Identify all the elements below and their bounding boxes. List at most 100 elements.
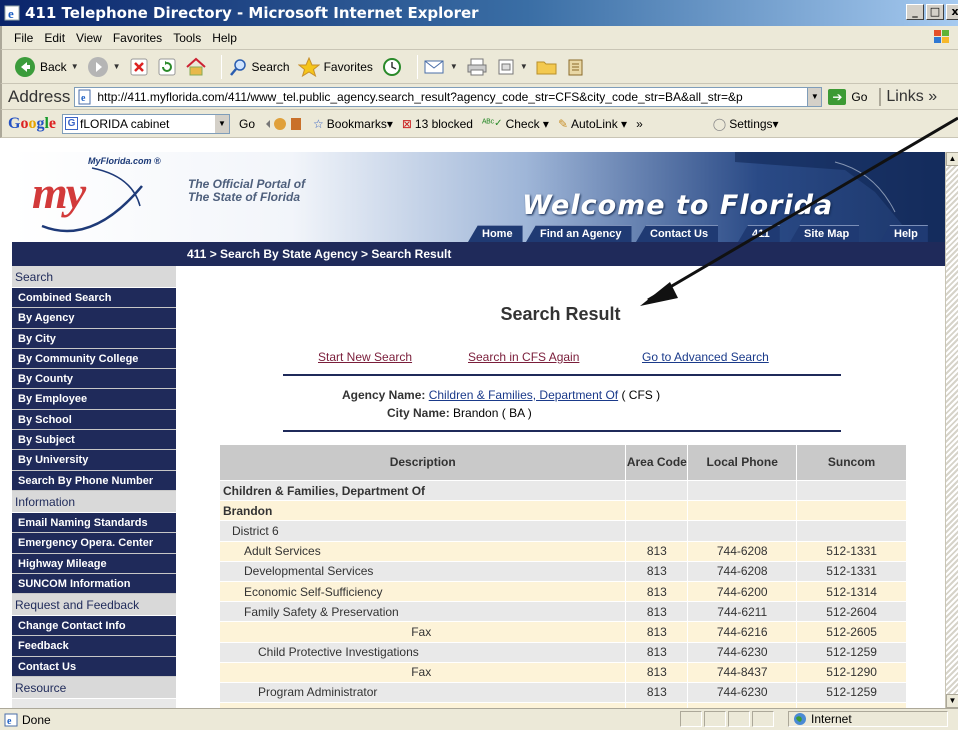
menu-file[interactable]: File [14,31,33,45]
chevron-down-icon[interactable]: ▼ [807,87,822,106]
back-button[interactable]: Back ▼ [14,56,79,78]
search-again-link[interactable]: Search in CFS Again [468,350,579,364]
google-search-input[interactable]: G fLORIDA cabinet ▼ [62,113,231,134]
chevron-down-icon[interactable]: ▼ [113,62,121,71]
home-button[interactable] [185,57,207,77]
menu-tools[interactable]: Tools [173,31,201,45]
sidebar-item-contact-us[interactable]: Contact Us [12,656,176,678]
address-input[interactable]: e http://411.myflorida.com/411/www_tel.p… [74,86,823,107]
maximize-button[interactable]: □ [926,4,944,20]
nav-contact-us[interactable]: Contact Us [636,225,719,242]
cell-suncom: 512-2605 [796,621,907,643]
favorites-button[interactable]: Favorites [297,56,373,77]
toolbar-separator [416,54,418,79]
sidebar-item-by-agency[interactable]: By Agency [12,308,176,329]
cell-area-code [625,520,689,542]
menu-view[interactable]: View [76,31,102,45]
sidebar-item-highway-mileage[interactable]: Highway Mileage [12,553,176,574]
search-button[interactable]: Search [228,57,290,77]
portal-tagline: The Official Portal of The State of Flor… [188,178,305,204]
chevron-down-icon[interactable]: ▼ [520,62,528,71]
advanced-search-link[interactable]: Go to Advanced Search [642,350,769,364]
history-button[interactable] [381,57,403,77]
autolink-button[interactable]: ✎ AutoLink ▾ [558,117,627,131]
sidebar-item-by-university[interactable]: By University [12,450,176,471]
print-button[interactable] [466,57,488,77]
cell-description: Fax [218,621,627,643]
links-button[interactable]: Links » [879,87,937,106]
scrollbar-thumb[interactable] [946,166,958,708]
scroll-down-icon[interactable]: ▼ [946,694,958,708]
research-book-icon [568,59,583,75]
nav-help[interactable]: Help [880,225,928,242]
nav-411[interactable]: 411 [738,225,780,242]
bookmarks-label: Bookmarks▾ [326,116,393,131]
edit-page-icon [498,59,514,74]
mail-icon [424,60,444,73]
sidebar: Search Combined Search By Agency By City… [12,266,176,708]
nav-home[interactable]: Home [468,225,523,242]
spellcheck-button[interactable]: ᴬᴮᶜ✓ Check ▾ [482,117,549,131]
sidebar-item-emergency-center[interactable]: Emergency Opera. Center [12,533,176,554]
chevron-down-icon[interactable]: ▼ [215,114,230,133]
forward-button[interactable]: ▼ [87,56,121,78]
table-row: Brandon [218,500,907,522]
cell-local-phone: 744-6208 [687,540,798,562]
folder-button[interactable] [536,58,558,76]
nav-site-map[interactable]: Site Map [790,225,860,242]
scroll-up-icon[interactable]: ▲ [946,152,958,166]
start-new-search-link[interactable]: Start New Search [318,350,412,364]
nav-find-an-agency[interactable]: Find an Agency [526,225,632,242]
cell-description: Fax [218,661,627,683]
research-button[interactable] [566,57,586,77]
bookmarks-button[interactable]: ☆ Bookmarks▾ [313,117,393,131]
pagerank-icon[interactable] [264,116,304,132]
myflorida-logo[interactable]: my [32,166,86,219]
sidebar-item-suncom-info[interactable]: SUNCOM Information [12,573,176,595]
sidebar-item-by-city[interactable]: By City [12,328,176,349]
sidebar-item-feedback[interactable]: Feedback [12,636,176,657]
sidebar-item-by-county[interactable]: By County [12,369,176,390]
settings-circle-icon: ◯ [712,116,727,131]
sidebar-item-search-by-phone[interactable]: Search By Phone Number [12,470,176,491]
cell-description: District 6 [218,520,627,542]
sidebar-item-by-community-college[interactable]: By Community College [12,348,176,370]
title-bar: e 411 Telephone Directory - Microsoft In… [0,0,958,26]
sidebar-item-by-subject[interactable]: By Subject [12,430,176,451]
go-label: Go [851,89,868,104]
star-icon [297,56,320,77]
sidebar-item-by-school[interactable]: By School [12,409,176,431]
settings-button[interactable]: ◯ Settings▾ [713,117,779,131]
vertical-scrollbar[interactable]: ▲ ▼ [945,152,958,708]
chevron-down-icon[interactable]: ▼ [71,62,79,71]
mail-button[interactable]: ▼ [424,58,458,76]
column-header-area-code: Area Code [625,444,689,481]
menu-edit[interactable]: Edit [44,31,65,45]
menu-help[interactable]: Help [212,31,237,45]
chevron-down-icon[interactable]: ▼ [450,62,458,71]
autolink-label: AutoLink ▾ [571,116,628,131]
more-buttons[interactable]: » [636,117,643,131]
portal-tagline-line2: The State of Florida [188,190,301,204]
edit-button[interactable]: ▼ [496,57,528,77]
cell-local-phone: 744-6230 [687,681,798,704]
status-panes [680,711,774,727]
agency-link[interactable]: Children & Families, Department Of [429,388,618,402]
cell-suncom: 512-1290 [796,661,907,683]
minimize-button[interactable]: _ [906,4,924,20]
refresh-button[interactable] [157,57,177,77]
sidebar-item-by-employee[interactable]: By Employee [12,389,176,410]
standard-toolbar: Back ▼ ▼ Search Favorites ▼ ▼ [0,50,958,84]
stop-button[interactable] [129,57,149,77]
cell-local-phone [687,479,798,502]
google-logo: Google [8,114,57,132]
favorites-label: Favorites [323,59,373,74]
close-button[interactable]: x [946,4,958,20]
sidebar-item-combined-search[interactable]: Combined Search [12,288,176,309]
sidebar-item-email-naming[interactable]: Email Naming Standards [12,512,176,534]
menu-favorites[interactable]: Favorites [113,31,162,45]
sidebar-item-change-contact[interactable]: Change Contact Info [12,616,176,637]
google-go-button[interactable]: Go [239,117,255,131]
go-button[interactable]: ➔ Go [828,88,868,105]
popup-blocker-button[interactable]: ⊠ 13 blocked [402,117,473,131]
